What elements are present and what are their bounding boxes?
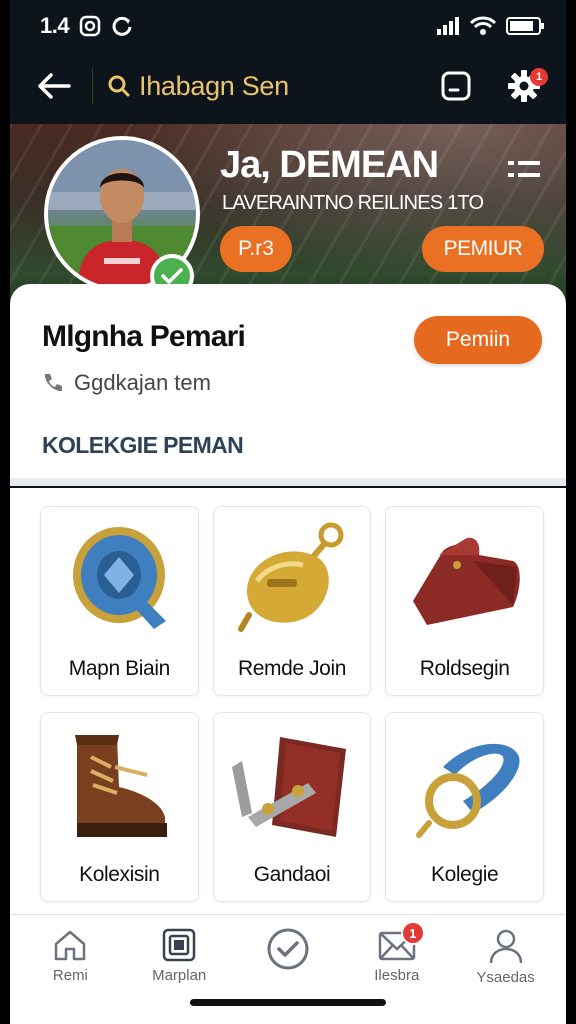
collection-item-label: Kolegie bbox=[431, 863, 499, 886]
check-circle-icon bbox=[267, 928, 309, 970]
menu-icon[interactable] bbox=[508, 158, 540, 182]
nav-item-check[interactable] bbox=[238, 927, 338, 1024]
collection-item-label: Remde Join bbox=[237, 657, 347, 680]
rank-pill[interactable]: P.r3 bbox=[220, 226, 292, 272]
premium-button[interactable]: Pemiin bbox=[414, 316, 542, 364]
battery-icon bbox=[506, 17, 544, 35]
nav-label: Ilesbra bbox=[374, 967, 420, 984]
camera-app-icon bbox=[79, 15, 101, 37]
phone-icon bbox=[44, 374, 62, 392]
hero-player-name: Ja, DEMEAN bbox=[220, 144, 439, 186]
back-button[interactable] bbox=[34, 66, 74, 106]
golden-capsule-icon bbox=[237, 522, 344, 632]
wifi-icon bbox=[470, 16, 496, 35]
leather-boot-icon bbox=[75, 735, 168, 837]
collection-item[interactable]: Remde Join bbox=[212, 506, 372, 696]
scan-button[interactable] bbox=[436, 66, 476, 106]
nav-item-mail[interactable]: 1 Ilesbra bbox=[347, 921, 447, 1024]
status-bar: 1.4 bbox=[10, 0, 566, 52]
nav-item-gallery[interactable]: Marplan bbox=[129, 927, 229, 1024]
checkmark-icon bbox=[161, 268, 183, 284]
search-query: Ihabagn Sen bbox=[139, 70, 289, 101]
sync-app-icon bbox=[112, 16, 132, 36]
search-icon bbox=[108, 75, 130, 97]
mail-badge: 1 bbox=[400, 921, 425, 945]
arrow-left-icon bbox=[38, 73, 71, 99]
nav-label: Ysaedas bbox=[476, 969, 535, 986]
profile-card: Mlgnha Pemari Pemiin Ggdkajan tem KOLEKG… bbox=[10, 284, 566, 486]
collection-item[interactable]: Mapn Biain bbox=[40, 506, 199, 696]
top-app-bar: Ihabagn Sen 1 bbox=[10, 58, 566, 114]
profile-name: Mlgnha Pemari bbox=[42, 320, 246, 353]
collection-item-label: Kolexisin bbox=[79, 863, 160, 886]
nav-label: Remi bbox=[52, 967, 88, 984]
collection-item[interactable]: Kolexisin bbox=[40, 712, 199, 902]
settings-button[interactable]: 1 bbox=[504, 66, 548, 106]
bottom-navigation: Remi Marplan 1 Ilesbra Ysaedas bbox=[10, 914, 566, 1024]
search-field[interactable]: Ihabagn Sen bbox=[107, 71, 436, 102]
profile-meta: Ggdkajan tem bbox=[40, 370, 211, 396]
app-bar-divider bbox=[92, 68, 93, 104]
gallery-icon bbox=[162, 928, 196, 962]
status-time: 1.4 bbox=[40, 13, 70, 38]
leather-pouch-icon bbox=[412, 537, 520, 625]
collection-item[interactable]: Gandaoi bbox=[212, 712, 372, 902]
nav-item-home[interactable]: Remi bbox=[20, 927, 120, 1024]
collection-item-label: Mapn Biain bbox=[68, 657, 170, 680]
ring-bracelet-icon bbox=[415, 743, 520, 838]
section-title: KOLEKGIE PEMAN bbox=[42, 432, 244, 458]
collection-item[interactable]: Kolegie bbox=[385, 712, 544, 902]
settings-badge: 1 bbox=[530, 68, 548, 86]
profile-meta-text: Ggdkajan tem bbox=[74, 370, 211, 395]
collection-grid: Mapn Biain Remde Join Roldsegin Kolexisi… bbox=[10, 488, 566, 914]
section-divider bbox=[10, 478, 566, 486]
nav-item-profile[interactable]: Ysaedas bbox=[456, 927, 556, 1024]
signal-icon bbox=[437, 17, 459, 35]
nav-label: Marplan bbox=[152, 967, 207, 984]
home-icon bbox=[55, 930, 86, 961]
collection-item-label: Gandaoi bbox=[253, 863, 331, 886]
collection-item[interactable]: Roldsegin bbox=[385, 506, 544, 696]
book-and-lever-icon bbox=[231, 737, 346, 837]
phone-screen: 1.4 Ihabagn Sen 1 Ja, DEMEAN LAVERAINTNO… bbox=[10, 0, 566, 1024]
collection-item-label: Roldsegin bbox=[419, 657, 510, 680]
medal-badge-icon bbox=[73, 527, 167, 629]
profile-icon bbox=[489, 929, 522, 964]
premium-pill[interactable]: PEMIUR bbox=[422, 226, 544, 272]
home-indicator[interactable] bbox=[190, 999, 386, 1006]
hero-subtitle: LAVERAINTNO REILINES 1TO bbox=[222, 192, 484, 214]
scan-frame-icon bbox=[441, 71, 471, 101]
